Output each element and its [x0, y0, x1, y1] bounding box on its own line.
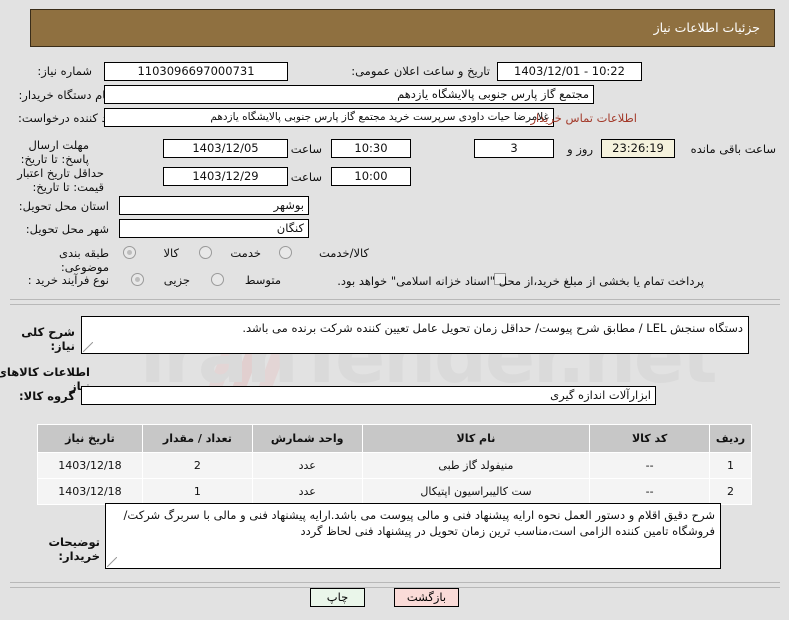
resize-grip-icon[interactable] — [83, 342, 93, 352]
buyer-notes-label: توضیحات خریدار: — [48, 535, 101, 563]
radio-subject-kala-khedmat[interactable] — [279, 246, 292, 259]
purchase-type-label: نوع فرآیند خرید : — [27, 273, 109, 287]
radio-subject-kala[interactable] — [123, 246, 136, 259]
cell-unit: عدد — [251, 478, 363, 505]
general-desc-value: دستگاه سنجش LEL / مطابق شرح پیوست/ حداقل… — [242, 321, 743, 335]
requester-value: غلامرضا حیات داودی سرپرست خرید مجتمع گاز… — [104, 108, 554, 127]
province-value: بوشهر — [119, 196, 309, 215]
need-number-value: 1103096697000731 — [104, 62, 288, 81]
cell-qty: 2 — [141, 452, 253, 479]
buyer-notes-value: شرح دقیق اقلام و دستور العمل نحوه ارایه … — [123, 508, 715, 538]
cell-code: -- — [589, 478, 711, 505]
price-validity-date: 1403/12/29 — [163, 167, 288, 186]
radio-subject-kala-label: کالا — [163, 246, 179, 260]
goods-table: ردیف کد کالا نام کالا واحد شمارش تعداد /… — [37, 424, 752, 505]
price-validity-time-label: ساعت — [290, 170, 322, 184]
buyer-notes-textarea[interactable]: شرح دقیق اقلام و دستور العمل نحوه ارایه … — [105, 503, 721, 569]
public-announce-label: تاریخ و ساعت اعلان عمومی: — [351, 64, 490, 78]
reply-deadline-date: 1403/12/05 — [163, 139, 288, 158]
treasury-docs-note: پرداخت تمام یا بخشی از مبلغ خرید،از محل … — [337, 274, 704, 288]
cell-row: 2 — [709, 478, 752, 505]
reply-deadline-label: مهلت ارسال پاسخ: تا تاریخ: — [20, 138, 89, 166]
goods-group-label: گروه کالا: — [19, 389, 75, 403]
th-qty: تعداد / مقدار — [141, 424, 253, 453]
page-title: جزئیات اطلاعات نیاز — [653, 20, 760, 35]
page-root: iranTender.net جزئیات اطلاعات نیاز شماره… — [0, 0, 789, 620]
cell-date: 1403/12/18 — [37, 452, 143, 479]
table-row: 2 -- ست کالیبراسیون اپتیکال عدد 1 1403/1… — [37, 478, 752, 505]
page-title-bar: جزئیات اطلاعات نیاز — [30, 9, 775, 47]
th-name: نام کالا — [361, 424, 591, 453]
province-label: استان محل تحویل: — [18, 199, 109, 213]
resize-grip-icon[interactable] — [107, 557, 117, 567]
table-row: 1 -- منیفولد گاز طبی عدد 2 1403/12/18 — [37, 452, 752, 479]
radio-purchase-jozi[interactable] — [131, 273, 144, 286]
radio-purchase-jozi-label: جزیی — [163, 273, 190, 287]
table-header-row: ردیف کد کالا نام کالا واحد شمارش تعداد /… — [37, 424, 752, 453]
reply-deadline-time: 10:30 — [331, 139, 411, 158]
goods-group-value: ابزارآلات اندازه گیری — [81, 386, 656, 405]
th-code: کد کالا — [589, 424, 711, 453]
cell-name: ست کالیبراسیون اپتیکال — [361, 478, 591, 505]
cell-qty: 1 — [141, 478, 253, 505]
th-unit: واحد شمارش — [251, 424, 363, 453]
city-label: شهر محل تحویل: — [25, 222, 109, 236]
buyer-contact-link[interactable]: اطلاعات تماس خریدار — [530, 111, 637, 125]
radio-purchase-motevaset[interactable] — [211, 273, 224, 286]
subject-class-label: طبقه بندی موضوعی: — [59, 246, 109, 274]
countdown-suffix: ساعت باقی مانده — [690, 142, 776, 156]
remaining-days: 3 — [474, 139, 554, 158]
public-announce-value: 1403/12/01 - 10:22 — [497, 62, 642, 81]
need-number-label: شماره نیاز: — [37, 64, 92, 78]
radio-subject-khedmat[interactable] — [199, 246, 212, 259]
back-button[interactable]: بازگشت — [394, 588, 459, 607]
cell-code: -- — [589, 452, 711, 479]
price-validity-time: 10:00 — [331, 167, 411, 186]
cell-unit: عدد — [251, 452, 363, 479]
cell-row: 1 — [709, 452, 752, 479]
radio-subject-kala-khedmat-label: کالا/خدمت — [318, 246, 369, 260]
th-date: تاریخ نیاز — [37, 424, 143, 453]
reply-deadline-time-label: ساعت — [290, 142, 322, 156]
radio-subject-khedmat-label: خدمت — [230, 246, 261, 260]
remaining-days-suffix: روز و — [567, 142, 593, 156]
th-row: ردیف — [709, 424, 752, 453]
city-value: کنگان — [119, 219, 309, 238]
cell-date: 1403/12/18 — [37, 478, 143, 505]
price-validity-label: حداقل تاریخ اعتبار قیمت: تا تاریخ: — [17, 166, 104, 194]
print-button[interactable]: چاپ — [310, 588, 365, 607]
buyer-org-label: نام دستگاه خریدار: — [18, 88, 109, 102]
radio-purchase-motevaset-label: متوسط — [244, 273, 281, 287]
general-desc-label: شرح کلی نیاز: — [21, 325, 75, 353]
buyer-org-value: مجتمع گاز پارس جنوبی پالایشگاه یازدهم — [104, 85, 594, 104]
cell-name: منیفولد گاز طبی — [361, 452, 591, 479]
countdown-timer: 23:26:19 — [601, 139, 675, 158]
general-desc-textarea[interactable]: دستگاه سنجش LEL / مطابق شرح پیوست/ حداقل… — [81, 316, 749, 354]
